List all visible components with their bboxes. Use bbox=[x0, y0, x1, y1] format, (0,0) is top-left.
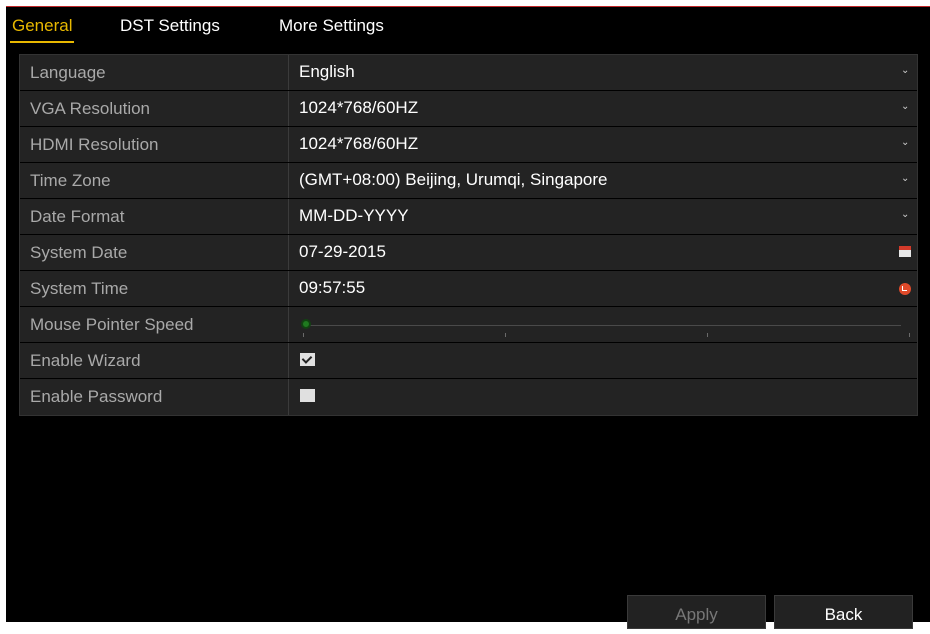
system-time-value: 09:57:55 bbox=[299, 278, 366, 297]
vga-resolution-row: VGA Resolution 1024*768/60HZ ⌄ bbox=[20, 91, 917, 127]
vga-resolution-label: VGA Resolution bbox=[20, 91, 289, 126]
chevron-down-icon[interactable]: ⌄ bbox=[901, 138, 909, 148]
time-zone-value: (GMT+08:00) Beijing, Urumqi, Singapore bbox=[299, 170, 608, 189]
slider-tick bbox=[505, 333, 506, 337]
time-zone-row: Time Zone (GMT+08:00) Beijing, Urumqi, S… bbox=[20, 163, 917, 199]
clock-icon[interactable] bbox=[899, 283, 911, 295]
tab-bar: General DST Settings More Settings bbox=[6, 7, 930, 49]
chevron-down-icon[interactable]: ⌄ bbox=[901, 102, 909, 112]
enable-wizard-checkbox[interactable] bbox=[300, 353, 315, 366]
back-button[interactable]: Back bbox=[774, 595, 913, 629]
language-label: Language bbox=[20, 55, 289, 90]
language-row: Language English ⌄ bbox=[20, 55, 917, 91]
enable-wizard-label: Enable Wizard bbox=[20, 343, 289, 378]
apply-button[interactable]: Apply bbox=[627, 595, 766, 629]
slider-tick bbox=[707, 333, 708, 337]
system-date-field[interactable]: 07-29-2015 bbox=[289, 235, 917, 270]
hdmi-resolution-select[interactable]: 1024*768/60HZ ⌄ bbox=[289, 127, 917, 162]
hdmi-resolution-row: HDMI Resolution 1024*768/60HZ ⌄ bbox=[20, 127, 917, 163]
system-time-row: System Time 09:57:55 bbox=[20, 271, 917, 307]
date-format-row: Date Format MM-DD-YYYY ⌄ bbox=[20, 199, 917, 235]
time-zone-select[interactable]: (GMT+08:00) Beijing, Urumqi, Singapore ⌄ bbox=[289, 163, 917, 198]
calendar-icon[interactable] bbox=[899, 246, 911, 257]
system-date-row: System Date 07-29-2015 bbox=[20, 235, 917, 271]
chevron-down-icon[interactable]: ⌄ bbox=[901, 210, 909, 220]
enable-password-cell bbox=[289, 379, 917, 415]
tab-more-settings[interactable]: More Settings bbox=[279, 16, 384, 36]
enable-wizard-row: Enable Wizard bbox=[20, 343, 917, 379]
hdmi-resolution-label: HDMI Resolution bbox=[20, 127, 289, 162]
slider-knob[interactable] bbox=[301, 319, 311, 329]
chevron-down-icon[interactable]: ⌄ bbox=[901, 174, 909, 184]
enable-password-label: Enable Password bbox=[20, 379, 289, 415]
mouse-pointer-speed-slider[interactable] bbox=[289, 307, 917, 342]
tab-general[interactable]: General bbox=[9, 16, 75, 43]
slider-tick bbox=[909, 333, 910, 337]
slider-tick bbox=[303, 333, 304, 337]
time-zone-label: Time Zone bbox=[20, 163, 289, 198]
language-value: English bbox=[299, 62, 355, 81]
hdmi-resolution-value: 1024*768/60HZ bbox=[299, 134, 419, 153]
tab-dst-settings[interactable]: DST Settings bbox=[120, 16, 220, 36]
chevron-down-icon[interactable]: ⌄ bbox=[901, 66, 909, 76]
system-time-field[interactable]: 09:57:55 bbox=[289, 271, 917, 306]
enable-password-checkbox[interactable] bbox=[300, 389, 315, 402]
language-select[interactable]: English ⌄ bbox=[289, 55, 917, 90]
system-date-value: 07-29-2015 bbox=[299, 242, 386, 261]
enable-password-row: Enable Password bbox=[20, 379, 917, 415]
vga-resolution-value: 1024*768/60HZ bbox=[299, 98, 419, 117]
mouse-pointer-speed-row: Mouse Pointer Speed bbox=[20, 307, 917, 343]
slider-track[interactable] bbox=[303, 325, 901, 326]
enable-wizard-cell bbox=[289, 343, 917, 378]
date-format-label: Date Format bbox=[20, 199, 289, 234]
date-format-select[interactable]: MM-DD-YYYY ⌄ bbox=[289, 199, 917, 234]
general-settings-form: Language English ⌄ VGA Resolution 1024*7… bbox=[19, 54, 918, 416]
vga-resolution-select[interactable]: 1024*768/60HZ ⌄ bbox=[289, 91, 917, 126]
settings-panel: General DST Settings More Settings Langu… bbox=[6, 6, 930, 629]
date-format-value: MM-DD-YYYY bbox=[299, 206, 409, 225]
system-date-label: System Date bbox=[20, 235, 289, 270]
system-time-label: System Time bbox=[20, 271, 289, 306]
mouse-pointer-speed-label: Mouse Pointer Speed bbox=[20, 307, 289, 342]
